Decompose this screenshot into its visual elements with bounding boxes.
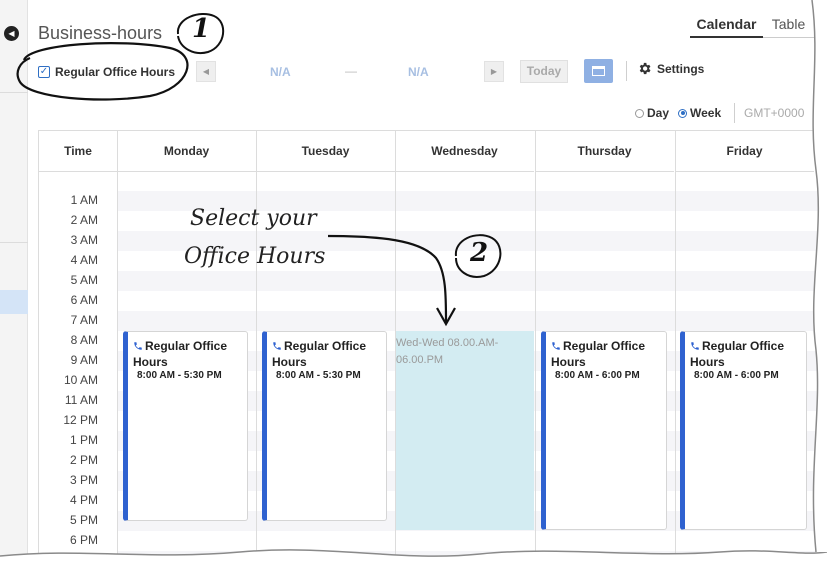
callout-line-1: Select your — [190, 206, 317, 231]
business-hours-page: ◀ Business-hours Calendar Table ✓ Regula… — [0, 0, 827, 570]
annotation-overlay — [0, 0, 827, 570]
highlight-ellipse — [16, 42, 189, 101]
step-one-number: 1 — [191, 14, 211, 44]
pointer-arrow — [327, 234, 448, 323]
step-two-number: 2 — [469, 238, 489, 268]
callout-line-2: Office Hours — [184, 244, 326, 269]
